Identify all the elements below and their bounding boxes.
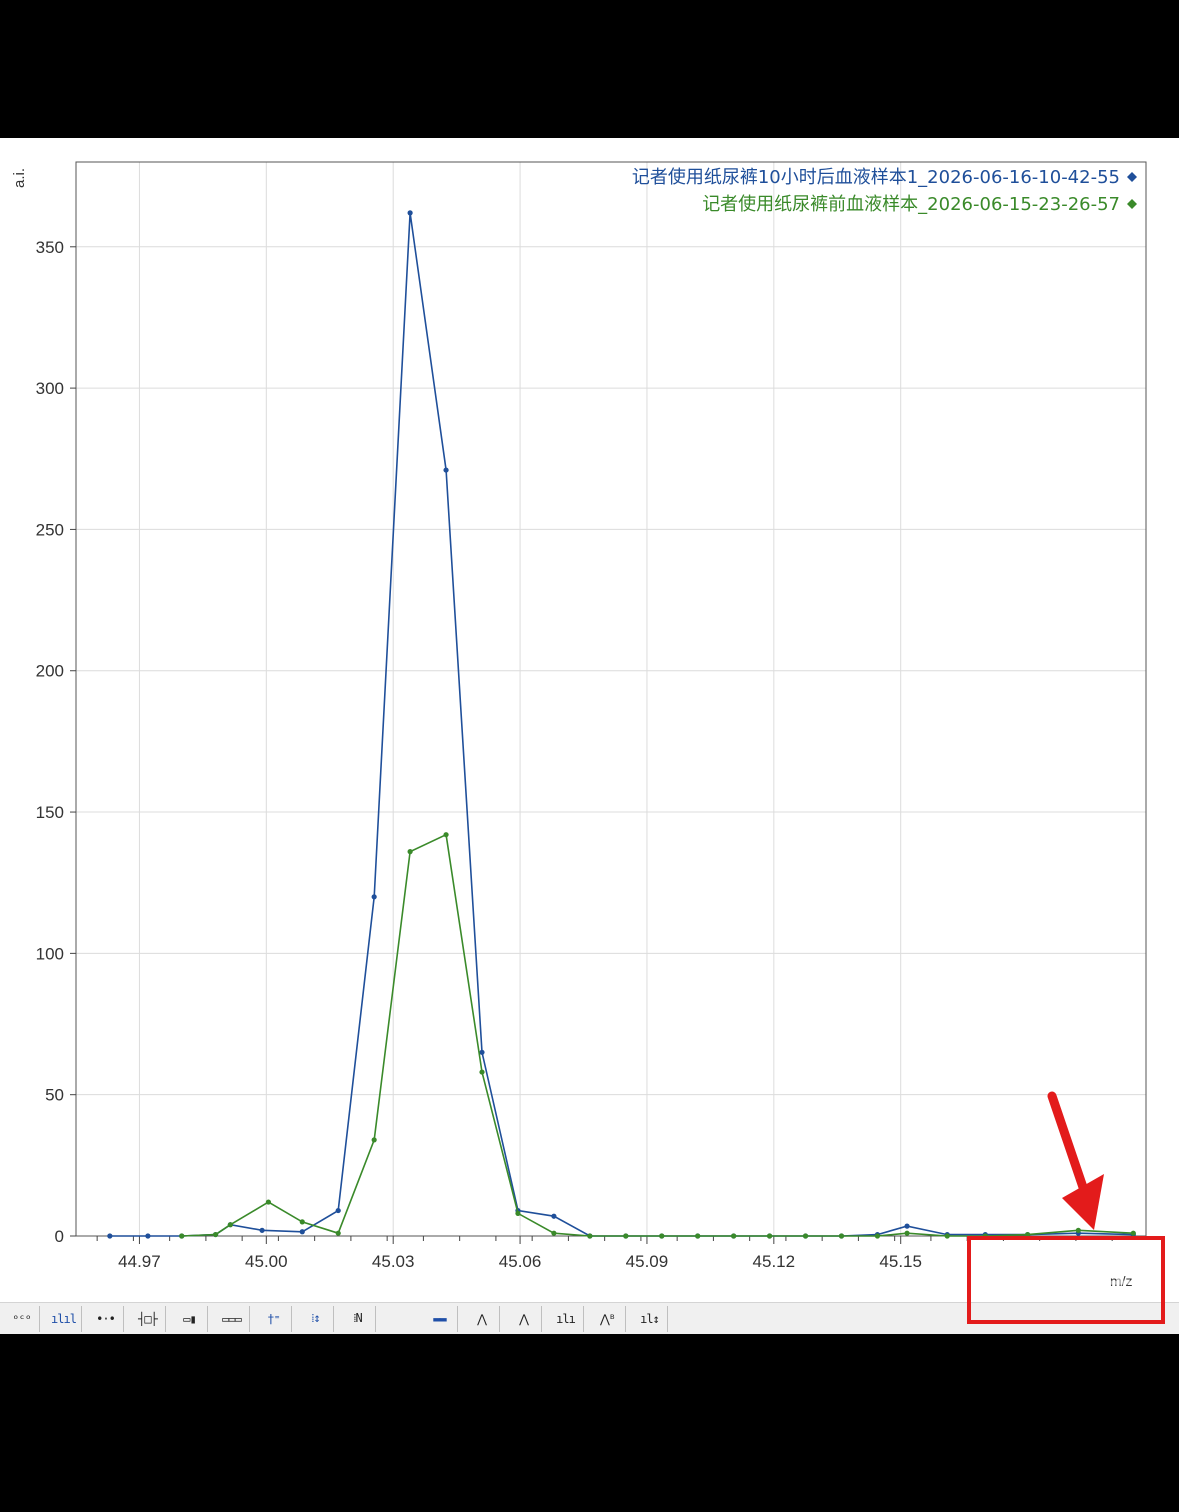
x-axis-label: m/z (1110, 1273, 1133, 1289)
series-2-point (551, 1230, 557, 1236)
legend-marker-2-icon (1127, 199, 1137, 209)
y-tick-label: 150 (36, 803, 64, 822)
series-2-point (1130, 1230, 1136, 1236)
series-2-point (335, 1230, 341, 1236)
ruler-icon[interactable]: ▬▬ (422, 1305, 458, 1332)
series-2-point (227, 1222, 233, 1228)
series-2-point (515, 1210, 521, 1216)
series-line-2 (181, 833, 1134, 1237)
x-tick-label: 45.06 (499, 1252, 542, 1271)
x-tick-label: 45.00 (245, 1252, 288, 1271)
x-tick-label: 45.03 (372, 1252, 415, 1271)
x-tick-label: 44.97 (118, 1252, 161, 1271)
legend-entry-2: 记者使用纸尿裤前血液样本_2026-06-15-23-26-57 (702, 194, 1120, 215)
y-tick-label: 300 (36, 379, 64, 398)
series-1-point (259, 1227, 265, 1233)
series-1-point (335, 1207, 341, 1214)
series-2-point (479, 1069, 485, 1075)
y-tick-label: 350 (36, 238, 64, 257)
series-2-point (659, 1233, 665, 1239)
series-2-point (212, 1231, 219, 1238)
series-2-point (766, 1233, 773, 1239)
peak-pick-icon[interactable]: ⋀ (464, 1305, 500, 1332)
series-1-point (299, 1229, 305, 1235)
series-2-point (874, 1233, 881, 1239)
series-2-point (371, 1137, 377, 1143)
series-1-point (407, 210, 413, 216)
series-1-point (551, 1213, 557, 1219)
legend-entry-1: 记者使用纸尿裤10小时后血液样本1_2026-06-16-10-42-55 (632, 167, 1120, 188)
plot-frame (75, 161, 1147, 1237)
multi-panel-icon[interactable]: ▭▭▭ (214, 1305, 250, 1332)
y-axis-label: a.i. (11, 168, 28, 188)
series-1-point (145, 1233, 151, 1239)
series-2-point (838, 1233, 845, 1239)
x-tick-label: 45.12 (753, 1252, 796, 1271)
scatter-points-icon[interactable]: •·• (88, 1305, 124, 1332)
series-2-point (587, 1233, 593, 1239)
series-2-point (179, 1233, 185, 1239)
legend: 记者使用纸尿裤10小时后血液样本1_2026-06-16-10-42-55 记者使… (632, 167, 1137, 215)
y-tick-label: 50 (45, 1086, 64, 1105)
series-1-point (443, 467, 449, 473)
range-select-icon[interactable]: ▭▮ (172, 1305, 208, 1332)
peak-area-icon[interactable]: ⋀ (506, 1305, 542, 1332)
auto-scale-icon[interactable]: ıl↕ (632, 1305, 668, 1332)
y-tick-label: 250 (36, 520, 64, 539)
series-1-point (904, 1223, 910, 1229)
series-1-point (107, 1233, 113, 1239)
series-2-point (1024, 1231, 1031, 1238)
series-2-point (802, 1233, 809, 1239)
bar-spectrum-icon[interactable]: ılıl (46, 1305, 82, 1332)
chart-toolbar: ᵒᶜᵒ ılıl •·• ┤□├ ▭▮ ▭▭▭ †⁼ ⁞↕ ⁞N ▬▬ ⋀ ⋀ ılı ⋀ᴮ ıl↕ (0, 1302, 1179, 1334)
series-2-point (623, 1233, 629, 1239)
y-tick-label: 0 (55, 1227, 64, 1246)
series-layer (107, 210, 1136, 1239)
baseline-icon[interactable]: ⋀ᴮ (590, 1305, 626, 1332)
y-tick-label: 100 (36, 944, 64, 963)
x-tick-label: 45.09 (626, 1252, 669, 1271)
grid-layer (76, 162, 1146, 1236)
series-1-point (371, 894, 377, 900)
series-line-1 (109, 212, 1134, 1237)
y-tick-label: 200 (36, 662, 64, 681)
vertical-scale-icon[interactable]: ⁞↕ (298, 1305, 334, 1332)
series-2-point (982, 1233, 988, 1239)
series-2-point (443, 832, 449, 838)
series-2-point (299, 1219, 305, 1225)
spectrum-chart[interactable]: 0 50 100 150 200 250 300 350 44.97 45.00 45.03 45.0… (0, 138, 1179, 1302)
series-2-point (944, 1233, 950, 1239)
peak-labels-icon[interactable]: ᵒᶜᵒ (4, 1305, 40, 1332)
series-2-point (1075, 1227, 1081, 1233)
series-2-point (731, 1233, 737, 1239)
series-1-point (479, 1049, 485, 1055)
chart-panel: 0 50 100 150 200 250 300 350 44.97 45.00 45.03 45.0… (0, 138, 1179, 1334)
series-2-point (407, 849, 413, 855)
zoom-box-icon[interactable]: ┤□├ (130, 1305, 166, 1332)
series-2-point (695, 1233, 701, 1239)
axis-layer: 0 50 100 150 200 250 300 350 44.97 45.00 45.03 45.0… (11, 161, 1147, 1271)
series-2-point (904, 1230, 910, 1236)
x-tick-label: 45.15 (879, 1252, 922, 1271)
normalize-icon[interactable]: ⁞N (340, 1305, 376, 1332)
legend-marker-1-icon (1127, 172, 1137, 182)
marker-icon[interactable]: †⁼ (256, 1305, 292, 1332)
centroid-icon[interactable]: ılı (548, 1305, 584, 1332)
series-2-point (265, 1199, 272, 1205)
